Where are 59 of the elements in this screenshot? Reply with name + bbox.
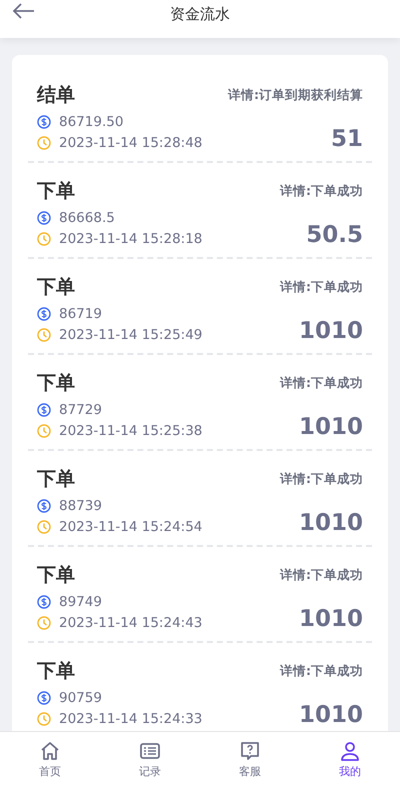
record-detail: 详情:下单成功	[280, 278, 363, 296]
record-amount: 1010	[298, 605, 363, 633]
clock-icon	[37, 424, 51, 438]
record-amount: 51	[330, 125, 363, 153]
record-time: 2023-11-14 15:24:54	[59, 518, 202, 534]
clock-icon	[37, 136, 51, 150]
home-icon	[39, 740, 61, 762]
clock-icon	[37, 328, 51, 342]
dollar-coin-icon	[37, 114, 51, 128]
balance-value: 88739	[59, 498, 102, 514]
record-type: 下单	[37, 563, 75, 588]
question-chat-icon	[239, 740, 261, 762]
tab-item[interactable]: 记录	[100, 732, 200, 787]
dollar-coin-icon	[37, 498, 51, 512]
tab-item[interactable]: 首页	[0, 732, 100, 787]
record-type: 下单	[37, 467, 75, 492]
page-title: 资金流水	[170, 5, 230, 23]
balance-value: 86668.5	[59, 210, 115, 226]
record-detail: 详情:订单到期获利结算	[228, 86, 363, 104]
dollar-coin-icon	[37, 402, 51, 416]
record-amount: 1010	[298, 317, 363, 345]
record-detail: 详情:下单成功	[280, 566, 363, 584]
dollar-coin-icon	[37, 594, 51, 608]
record-time: 2023-11-14 15:28:18	[59, 230, 202, 246]
balance-value: 86719.50	[59, 114, 124, 130]
clock-icon	[37, 616, 51, 630]
list-icon	[139, 740, 161, 762]
record-time: 2023-11-14 15:24:43	[59, 614, 202, 630]
record-type: 下单	[37, 659, 75, 684]
clock-icon	[37, 520, 51, 534]
balance-value: 87729	[59, 402, 102, 418]
record-amount: 1010	[298, 701, 363, 729]
record-type: 下单	[37, 275, 75, 300]
dollar-coin-icon	[37, 690, 51, 704]
record-amount: 1010	[298, 413, 363, 441]
balance-value: 90759	[59, 690, 102, 706]
record-time: 2023-11-14 15:24:33	[59, 710, 202, 726]
record-time: 2023-11-14 15:28:48	[59, 134, 202, 150]
record-amount: 50.5	[306, 221, 363, 249]
record-detail: 详情:下单成功	[280, 662, 363, 680]
tab-item[interactable]: 我的	[300, 732, 400, 787]
balance-value: 89749	[59, 594, 102, 610]
clock-icon	[37, 232, 51, 246]
clock-icon	[37, 712, 51, 726]
record-detail: 详情:下单成功	[280, 182, 363, 200]
dollar-coin-icon	[37, 210, 51, 224]
balance-value: 86719	[59, 306, 102, 322]
record-detail: 详情:下单成功	[280, 470, 363, 488]
back-arrow-icon	[12, 3, 36, 19]
record-type: 下单	[37, 179, 75, 204]
tab-item[interactable]: 客服	[200, 732, 300, 787]
record-type: 结单	[37, 83, 75, 108]
person-icon	[339, 740, 361, 762]
record-type: 下单	[37, 371, 75, 396]
record-amount: 1010	[298, 509, 363, 537]
record-detail: 详情:下单成功	[280, 374, 363, 392]
record-time: 2023-11-14 15:25:38	[59, 422, 202, 438]
dollar-coin-icon	[37, 306, 51, 320]
record-time: 2023-11-14 15:25:49	[59, 326, 202, 342]
